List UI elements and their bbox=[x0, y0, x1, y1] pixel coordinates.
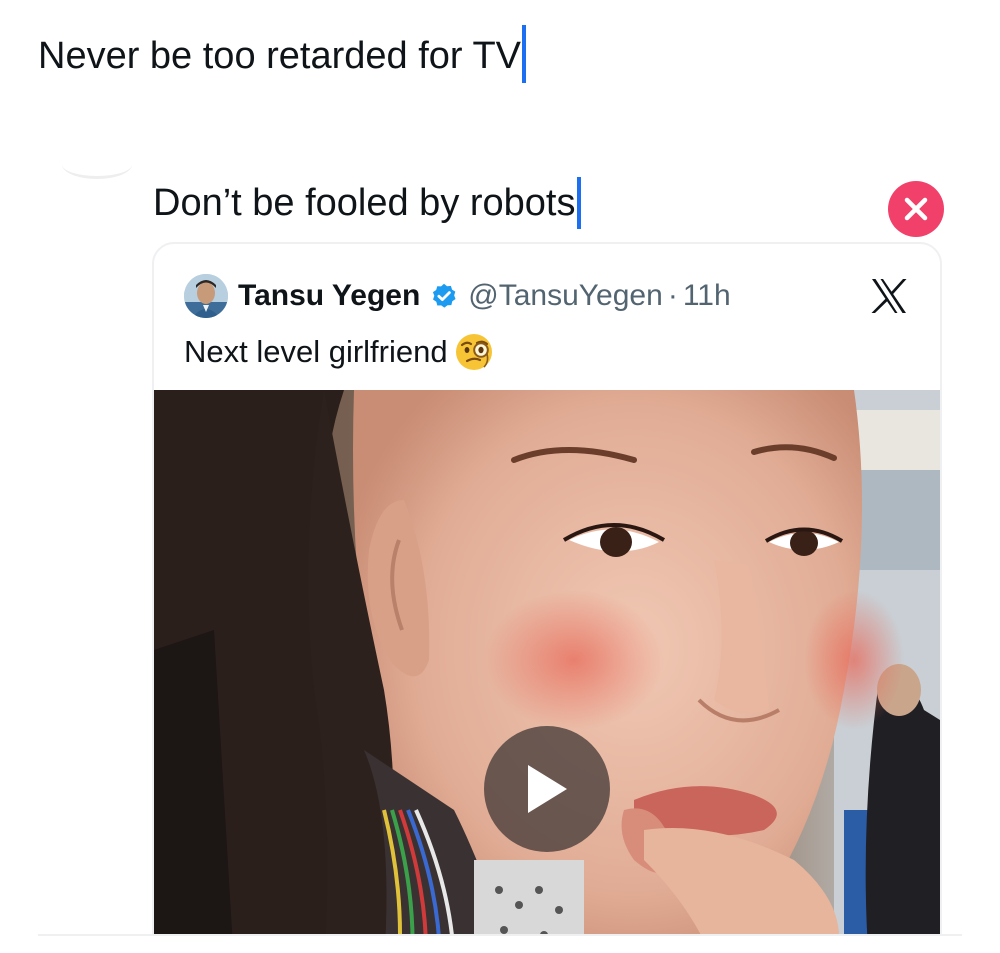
face-with-monocle-emoji bbox=[454, 332, 494, 372]
bottom-divider bbox=[38, 934, 962, 936]
quoted-tweet-card[interactable]: Tansu Yegen @TansuYegen · 11h Next level… bbox=[152, 242, 942, 953]
tweet-timestamp[interactable]: 11h bbox=[683, 279, 731, 313]
quote-text-input[interactable]: Don’t be fooled by robots bbox=[153, 176, 581, 231]
header-separator: · bbox=[667, 279, 678, 312]
faint-divider-arc bbox=[62, 150, 132, 179]
play-button[interactable] bbox=[484, 726, 610, 852]
avatar[interactable] bbox=[184, 274, 228, 318]
verified-badge-icon bbox=[430, 282, 458, 310]
quote-text: Don’t be fooled by robots bbox=[153, 182, 576, 224]
author-name[interactable]: Tansu Yegen bbox=[238, 279, 420, 313]
author-handle[interactable]: @TansuYegen bbox=[468, 279, 663, 313]
tweet-header: Tansu Yegen @TansuYegen · 11h bbox=[238, 274, 731, 318]
tweet-video[interactable] bbox=[154, 390, 940, 953]
compose-text: Never be too retarded for TV bbox=[38, 35, 521, 77]
compose-text-input[interactable]: Never be too retarded for TV bbox=[38, 24, 526, 87]
text-caret bbox=[576, 176, 581, 229]
x-logo-icon bbox=[870, 278, 908, 319]
remove-quote-button[interactable] bbox=[888, 181, 944, 237]
compose-screen: Never be too retarded for TV Don’t be fo… bbox=[0, 0, 1000, 953]
bottom-area bbox=[0, 936, 1000, 953]
play-icon bbox=[528, 765, 567, 813]
tweet-text: Next level girlfriend bbox=[184, 330, 494, 374]
close-icon bbox=[904, 197, 928, 221]
tweet-body: Next level girlfriend bbox=[184, 334, 448, 369]
text-caret bbox=[522, 24, 526, 83]
